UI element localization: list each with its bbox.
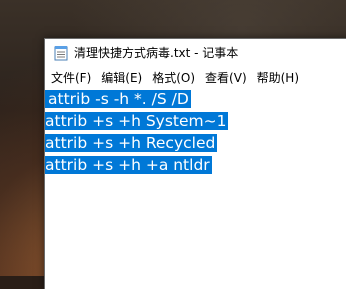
title-bar[interactable]: 清理快捷方式病毒.txt - 记事本 xyxy=(45,39,346,67)
notepad-window[interactable]: 清理快捷方式病毒.txt - 记事本 文件(F) 编辑(E) 格式(O) 查看(… xyxy=(44,38,346,289)
text-line: attrib +s +h System~1 xyxy=(45,110,346,132)
selected-text: attrib +s +h +a ntldr xyxy=(45,156,212,174)
menu-bar: 文件(F) 编辑(E) 格式(O) 查看(V) 帮助(H) xyxy=(45,67,346,88)
text-line: attrib +s +h Recycled xyxy=(45,132,346,154)
menu-help[interactable]: 帮助(H) xyxy=(252,68,304,88)
selected-text: attrib -s -h *. /S /D xyxy=(45,90,191,108)
menu-edit[interactable]: 编辑(E) xyxy=(96,68,147,88)
notepad-icon xyxy=(54,45,68,61)
text-line: attrib +s +h +a ntldr xyxy=(45,154,346,176)
text-line: attrib -s -h *. /S /D xyxy=(45,88,346,110)
selected-text: attrib +s +h System~1 xyxy=(45,112,229,130)
text-editor[interactable]: attrib -s -h *. /S /D attrib +s +h Syste… xyxy=(45,88,346,288)
menu-format[interactable]: 格式(O) xyxy=(147,68,200,88)
menu-file[interactable]: 文件(F) xyxy=(45,68,96,88)
menu-view[interactable]: 查看(V) xyxy=(200,68,252,88)
selected-text: attrib +s +h Recycled xyxy=(45,134,218,152)
window-title: 清理快捷方式病毒.txt - 记事本 xyxy=(74,46,239,60)
